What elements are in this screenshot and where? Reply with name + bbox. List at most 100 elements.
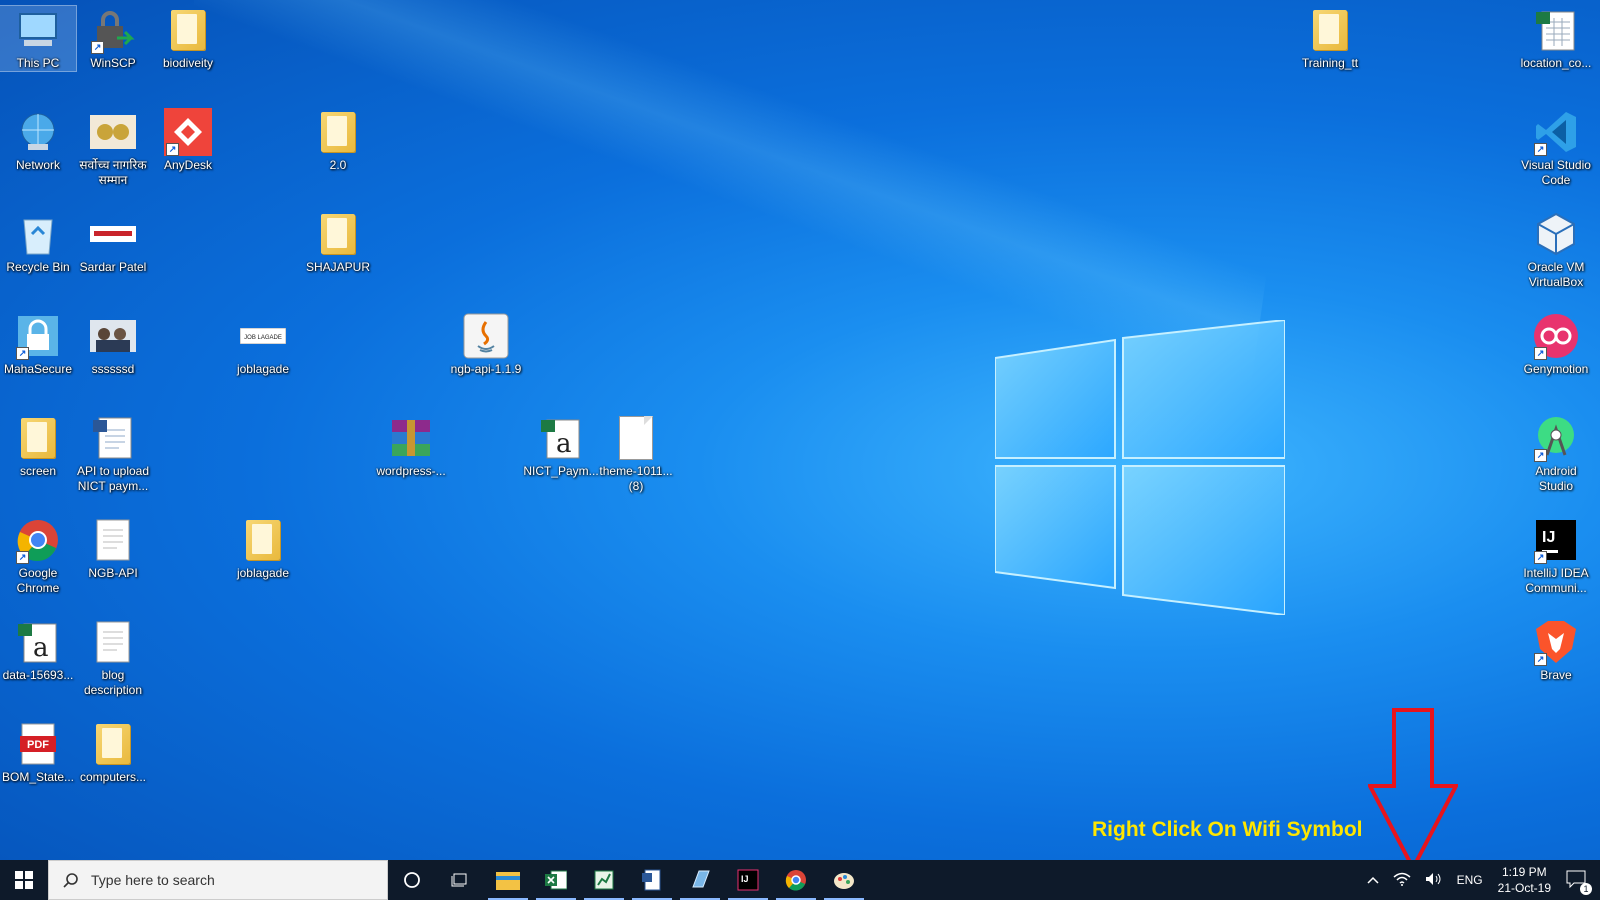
wifi-icon[interactable] [1393,872,1411,889]
desktop-icon-training-tt[interactable]: Training_tt [1292,6,1368,71]
volume-icon[interactable] [1425,872,1443,889]
shortcut-arrow-icon: ↗ [1534,551,1547,564]
spreadsheet-chart-icon [594,870,614,890]
icon-label: location_co... [1520,56,1592,70]
desktop-icon-network[interactable]: Network [0,108,76,173]
system-tray: ENG 1:19 PM 21-Oct-19 1 [1360,860,1600,900]
desktop-icon-location-csv[interactable]: location_co... [1518,6,1594,71]
icon-label: Android Studio [1535,464,1577,493]
windows-start-icon [15,871,33,889]
icon-label: ngb-api-1.1.9 [450,362,522,376]
icon-label: AnyDesk [163,158,213,172]
taskbar-app-intellij[interactable]: IJ [724,860,772,900]
desktop-icon-wordpress-archive[interactable]: wordpress-... [373,414,449,479]
file-explorer-icon [496,872,520,890]
desktop-icon-android-studio[interactable]: ↗ Android Studio [1518,414,1594,494]
icon-label: Genymotion [1523,362,1589,376]
start-button[interactable] [0,860,48,900]
taskbar-app-notes[interactable] [676,860,724,900]
winscp-icon: ↗ [89,6,137,54]
cortana-button[interactable] [388,860,436,900]
taskbar-app-word-document[interactable] [628,860,676,900]
icon-label: joblagade [236,566,290,580]
taskbar-app-chart-editor[interactable] [580,860,628,900]
android-studio-icon: ↗ [1532,414,1580,462]
desktop-icon-vscode[interactable]: ↗ Visual Studio Code [1518,108,1594,188]
desktop-icon-screen[interactable]: screen [0,414,76,479]
icon-label: MahaSecure [3,362,73,376]
desktop-icon-api-doc[interactable]: API to upload NICT paym... [75,414,151,494]
desktop-icon-brave[interactable]: ↗ Brave [1518,618,1594,683]
desktop-icon-theme-file[interactable]: theme-1011... (8) [598,414,674,494]
search-icon [63,873,78,888]
icon-label: theme-1011... (8) [599,464,673,493]
folder-icon [239,516,287,564]
desktop-icon-data-csv[interactable]: a data-15693... [0,618,76,683]
svg-text:IJ: IJ [741,874,749,884]
red-down-arrow-icon [1368,708,1458,870]
svg-text:a: a [556,429,572,459]
icon-label: WinSCP [90,56,136,70]
desktop-icon-award-image[interactable]: सर्वोच्च नागरिक सम्मान [75,108,151,188]
desktop-icon-nict-payment[interactable]: a NICT_Paym... [523,414,599,479]
shortcut-arrow-icon: ↗ [1534,653,1547,666]
paint-palette-icon [834,873,854,889]
notification-count-badge: 1 [1580,882,1592,895]
winrar-archive-icon [387,414,435,462]
show-hidden-icons-chevron-icon[interactable] [1367,873,1379,887]
taskbar-app-paint[interactable] [820,860,868,900]
taskbar-app-excel[interactable] [532,860,580,900]
desktop-icon-recycle-bin[interactable]: Recycle Bin [0,210,76,275]
lock-icon: ↗ [14,312,62,360]
desktop-icon-mahasecure[interactable]: ↗ MahaSecure [0,312,76,377]
desktop-icon-winscp[interactable]: ↗ WinSCP [75,6,151,71]
pdf-icon: PDF [14,720,62,768]
image-thumbnail-icon [89,210,137,258]
desktop-icon-virtualbox[interactable]: Oracle VM VirtualBox [1518,210,1594,290]
desktop-icon-this-pc[interactable]: This PC [0,5,77,72]
task-view-button[interactable] [436,860,484,900]
desktop-icon-ngb-api-jar[interactable]: ngb-api-1.1.9 [448,312,524,377]
icon-label: BOM_State... [1,770,75,784]
desktop-icon-intellij[interactable]: IJ ↗ IntelliJ IDEA Communi... [1518,516,1594,596]
desktop-icon-ssssssd[interactable]: ssssssd [75,312,151,377]
job-badge-text: JOB LAGADE [244,335,282,341]
task-view-icon [451,873,467,887]
icon-label: Brave [1540,668,1572,682]
desktop-icon-bom-statement[interactable]: PDF BOM_State... [0,720,76,785]
desktop-icon-genymotion[interactable]: ↗ Genymotion [1518,312,1594,377]
shortcut-arrow-icon: ↗ [1534,347,1547,360]
taskbar-app-chrome[interactable] [772,860,820,900]
desktop-icon-joblagade-folder[interactable]: joblagade [225,516,301,581]
shortcut-arrow-icon: ↗ [1534,143,1547,156]
taskbar-search-box[interactable] [48,860,388,900]
genymotion-icon: ↗ [1532,312,1580,360]
taskbar-app-file-explorer[interactable] [484,860,532,900]
vscode-icon: ↗ [1532,108,1580,156]
search-input[interactable] [89,871,373,889]
desktop-icon-ngb-api[interactable]: NGB-API [75,516,151,581]
desktop-icon-anydesk[interactable]: ↗ AnyDesk [150,108,226,173]
clock[interactable]: 1:19 PM 21-Oct-19 [1498,864,1551,896]
desktop-icon-blog-description[interactable]: blog description [75,618,151,698]
action-center-button[interactable]: 1 [1566,870,1592,895]
desktop-icon-sardar-patel[interactable]: Sardar Patel [75,210,151,275]
desktop-icon-google-chrome[interactable]: ↗ Google Chrome [0,516,76,596]
folder-icon [1306,6,1354,54]
desktop-icon-computers-folder[interactable]: computers... [75,720,151,785]
icon-label: IntelliJ IDEA Communi... [1523,566,1589,595]
text-file-icon [89,516,137,564]
computer-icon [14,6,62,54]
desktop-icon-biodiveity[interactable]: biodiveity [150,6,226,71]
network-globe-icon [14,108,62,156]
intellij-icon: IJ ↗ [1532,516,1580,564]
language-indicator[interactable]: ENG [1457,873,1483,887]
text-file-icon [89,618,137,666]
icon-label: Network [15,158,60,172]
icon-label: Training_tt [1301,56,1359,70]
desktop-icon-2-0[interactable]: 2.0 [300,108,376,173]
desktop-icon-joblagade-image[interactable]: JOB LAGADE joblagade [225,312,301,377]
shortcut-arrow-icon: ↗ [16,551,29,564]
svg-text:IJ: IJ [1542,529,1555,546]
desktop-icon-shajapur[interactable]: SHAJAPUR [300,210,376,275]
